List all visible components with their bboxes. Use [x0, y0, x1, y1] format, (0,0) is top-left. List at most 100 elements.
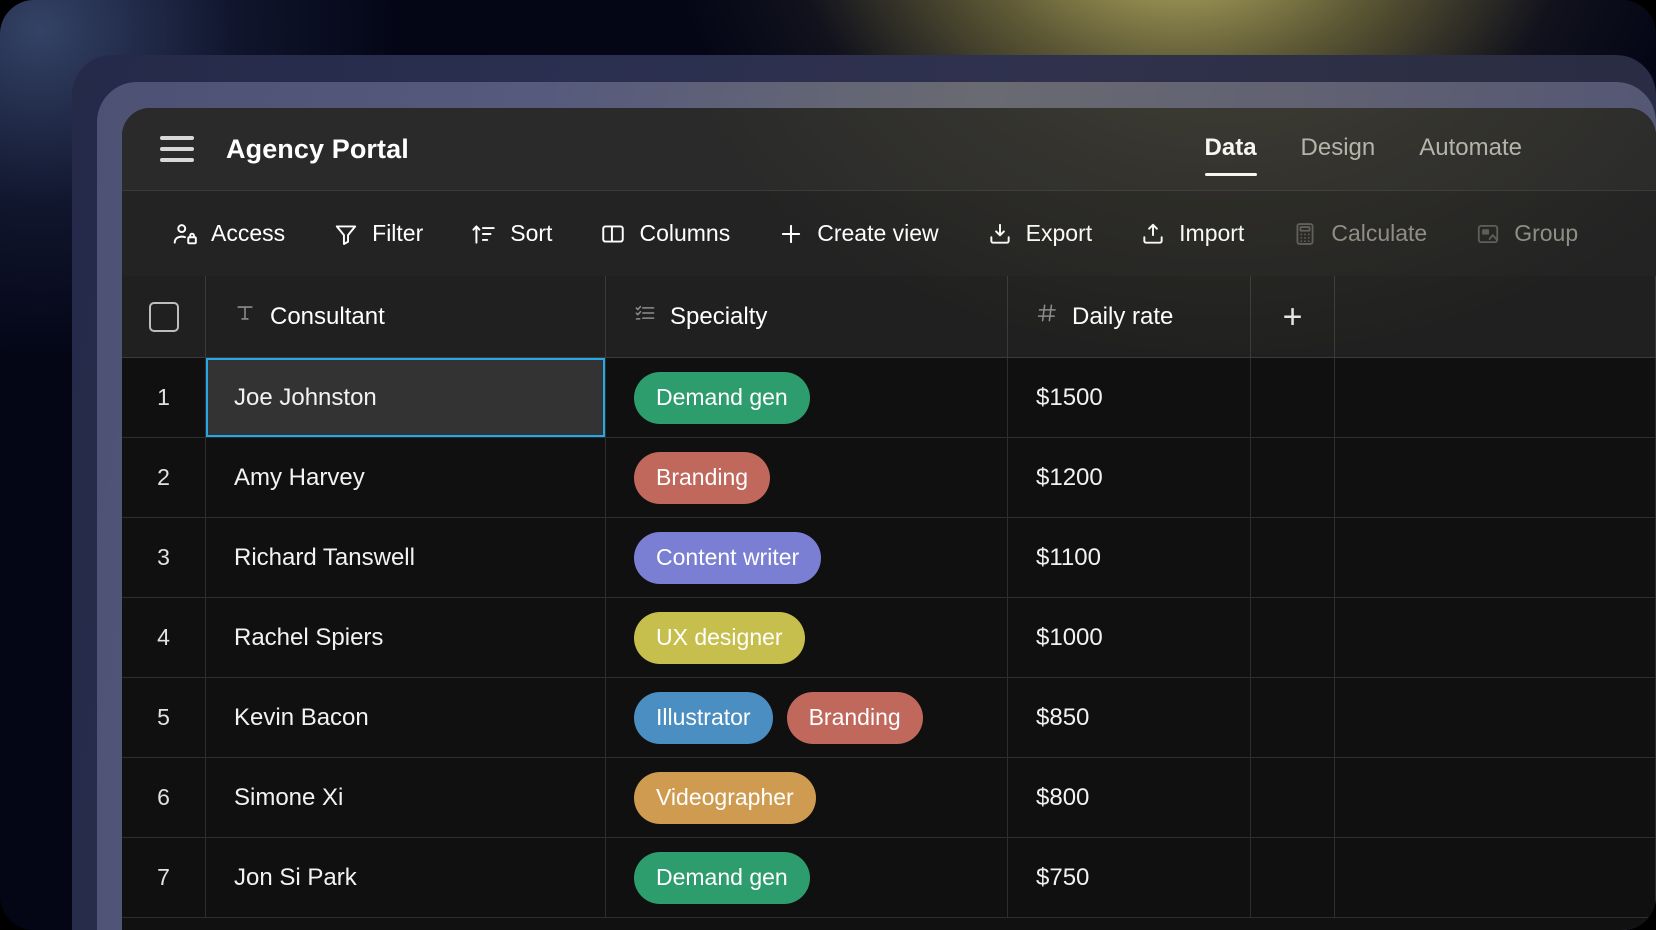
hamburger-line	[160, 136, 194, 140]
cell-consultant[interactable]: Joe Johnston	[206, 358, 606, 437]
toolbar-access-button[interactable]: Access	[160, 212, 303, 255]
select-all-checkbox[interactable]	[149, 302, 179, 332]
toolbar-columns-label: Columns	[639, 220, 730, 247]
cell-daily-rate[interactable]: $850	[1008, 678, 1251, 757]
cell-consultant[interactable]: Simone Xi	[206, 758, 606, 837]
cell-empty-extra[interactable]	[1251, 838, 1335, 917]
tab-design[interactable]: Design	[1279, 134, 1398, 190]
number-type-icon	[1036, 302, 1058, 331]
daily-rate-value: $850	[1036, 704, 1089, 732]
row-number: 3	[122, 518, 206, 597]
cell-daily-rate[interactable]: $800	[1008, 758, 1251, 837]
row-number: 5	[122, 678, 206, 757]
cell-daily-rate[interactable]: $1200	[1008, 438, 1251, 517]
column-header-consultant-label: Consultant	[270, 303, 385, 331]
cell-specialty[interactable]: UX designer	[606, 598, 1008, 677]
hamburger-icon[interactable]	[160, 136, 194, 162]
add-column-button[interactable]: +	[1283, 300, 1303, 334]
toolbar-columns-button[interactable]: Columns	[588, 212, 748, 255]
add-column-cell[interactable]: +	[1251, 276, 1335, 357]
consultant-name: Kevin Bacon	[234, 704, 369, 732]
cell-consultant[interactable]: Amy Harvey	[206, 438, 606, 517]
cell-specialty[interactable]: Demand gen	[606, 838, 1008, 917]
hamburger-line	[160, 158, 194, 162]
cell-daily-rate[interactable]: $1100	[1008, 518, 1251, 597]
toolbar-filter-button[interactable]: Filter	[321, 212, 441, 255]
cell-specialty[interactable]: Content writer	[606, 518, 1008, 597]
cell-specialty[interactable]: Demand gen	[606, 358, 1008, 437]
tab-data[interactable]: Data	[1183, 134, 1279, 190]
download-icon	[987, 221, 1013, 247]
row-number: 7	[122, 838, 206, 917]
toolbar-calculate-label: Calculate	[1331, 220, 1427, 247]
cell-empty-extra[interactable]	[1251, 678, 1335, 757]
toolbar-create-view-button[interactable]: Create view	[766, 212, 956, 255]
cell-consultant[interactable]: Rachel Spiers	[206, 598, 606, 677]
specialty-tag: Videographer	[634, 772, 816, 824]
cell-specialty[interactable]: Videographer	[606, 758, 1008, 837]
cell-empty-extra[interactable]	[1251, 358, 1335, 437]
column-header-specialty[interactable]: Specialty	[606, 276, 1008, 357]
cell-filler	[1335, 838, 1656, 917]
funnel-icon	[333, 221, 359, 247]
table-row[interactable]: 4Rachel SpiersUX designer$1000	[122, 598, 1656, 678]
cell-empty-extra[interactable]	[1251, 758, 1335, 837]
toolbar: Access Filter Sort	[122, 190, 1656, 276]
cell-filler	[1335, 758, 1656, 837]
table-row[interactable]: 1Joe JohnstonDemand gen $1500	[122, 358, 1656, 438]
sort-asc-icon	[471, 221, 497, 247]
toolbar-calculate-button[interactable]: Calculate	[1280, 212, 1445, 255]
toolbar-import-button[interactable]: Import	[1128, 212, 1262, 255]
cell-specialty[interactable]: IllustratorBranding	[606, 678, 1008, 757]
table-row[interactable]: 7 Jon Si Park Demand gen $750	[122, 838, 1656, 918]
toolbar-group-button[interactable]: Group	[1463, 212, 1596, 255]
cell-consultant[interactable]: Kevin Bacon	[206, 678, 606, 757]
table-row[interactable]: 6Simone XiVideographer$800	[122, 758, 1656, 838]
upload-icon	[1140, 221, 1166, 247]
calculator-icon	[1292, 221, 1318, 247]
select-all-cell[interactable]	[122, 276, 206, 357]
daily-rate-value: $1200	[1036, 464, 1103, 492]
daily-rate-value: $1500	[1036, 384, 1103, 412]
hamburger-line	[160, 147, 194, 151]
cell-filler	[1335, 678, 1656, 757]
toolbar-filter-label: Filter	[372, 220, 423, 247]
header-filler-cell	[1335, 276, 1656, 357]
cell-daily-rate[interactable]: $1500	[1008, 358, 1251, 437]
cell-daily-rate[interactable]: $1000	[1008, 598, 1251, 677]
consultant-name: Amy Harvey	[234, 464, 365, 492]
cell-empty-extra[interactable]	[1251, 438, 1335, 517]
title-bar: Agency Portal Data Design Automate	[122, 108, 1656, 190]
consultant-name: Rachel Spiers	[234, 624, 383, 652]
multiselect-type-icon	[634, 302, 656, 331]
specialty-tag: Branding	[634, 452, 770, 504]
column-header-daily-rate[interactable]: Daily rate	[1008, 276, 1251, 357]
table-row[interactable]: 3Richard Tanswell Content writer $1100	[122, 518, 1656, 598]
specialty-tag: Illustrator	[634, 692, 773, 744]
user-lock-icon	[172, 221, 198, 247]
plus-icon	[778, 221, 804, 247]
toolbar-export-button[interactable]: Export	[975, 212, 1110, 255]
toolbar-sort-label: Sort	[510, 220, 552, 247]
toolbar-group-label: Group	[1514, 220, 1578, 247]
table-row[interactable]: 5 Kevin Bacon IllustratorBranding $850	[122, 678, 1656, 758]
toolbar-sort-button[interactable]: Sort	[459, 212, 570, 255]
cell-daily-rate[interactable]: $750	[1008, 838, 1251, 917]
cell-consultant[interactable]: Jon Si Park	[206, 838, 606, 917]
row-number: 1	[122, 358, 206, 437]
row-number: 2	[122, 438, 206, 517]
cell-filler	[1335, 518, 1656, 597]
group-image-icon	[1475, 221, 1501, 247]
cell-consultant[interactable]: Richard Tanswell	[206, 518, 606, 597]
cell-empty-extra[interactable]	[1251, 598, 1335, 677]
table-row[interactable]: 2 Amy Harvey Branding $1200	[122, 438, 1656, 518]
column-header-consultant[interactable]: Consultant	[206, 276, 606, 357]
tab-automate[interactable]: Automate	[1397, 134, 1544, 190]
toolbar-export-label: Export	[1026, 220, 1092, 247]
consultant-name: Jon Si Park	[234, 864, 357, 892]
specialty-tag: Content writer	[634, 532, 821, 584]
cell-empty-extra[interactable]	[1251, 518, 1335, 597]
specialty-tag: Demand gen	[634, 852, 810, 904]
page-title: Agency Portal	[226, 134, 409, 165]
cell-specialty[interactable]: Branding	[606, 438, 1008, 517]
